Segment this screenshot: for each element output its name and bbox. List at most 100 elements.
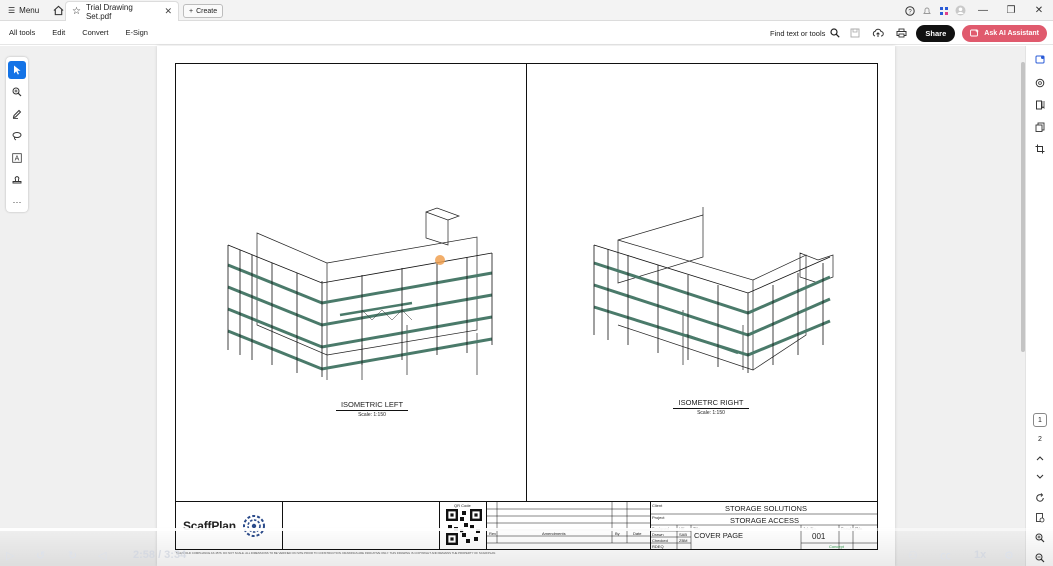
- left-view-title: ISOMETRIC LEFT: [340, 400, 404, 409]
- ai-assistant-label: Ask AI Assistant: [984, 29, 1039, 37]
- isometric-right-drawing: [593, 207, 834, 373]
- left-view-scale: Scale: 1:150: [336, 410, 408, 418]
- upload-cloud-icon[interactable]: [870, 25, 886, 41]
- forward-icon[interactable]: ↻: [68, 545, 77, 565]
- select-tool-button[interactable]: [8, 61, 26, 79]
- vertical-scrollbar[interactable]: [1021, 46, 1025, 566]
- notification-bell-icon[interactable]: [918, 0, 935, 21]
- amend-header-amendments: Amendments: [542, 531, 566, 536]
- video-progress-fill: [0, 528, 874, 531]
- menu-convert[interactable]: Convert: [73, 28, 116, 37]
- menu-edit[interactable]: Edit: [43, 28, 73, 37]
- menu-label: Menu: [19, 5, 40, 15]
- scrollbar-thumb[interactable]: [1021, 62, 1025, 352]
- text-box-icon: A: [12, 153, 22, 163]
- drawn-label: Drawn: [652, 532, 664, 537]
- chevron-down-icon[interactable]: [1033, 470, 1047, 484]
- logo-mark-icon: [242, 515, 265, 537]
- qr-code-icon: [446, 509, 482, 545]
- tab-title: Trial Drawing Set.pdf: [85, 2, 133, 21]
- right-panel-rail: 1 2: [1025, 46, 1053, 566]
- star-icon[interactable]: ☆: [72, 6, 81, 17]
- menu-button[interactable]: ☰ Menu: [0, 0, 47, 21]
- checked-label: Checked: [652, 538, 668, 543]
- save-icon[interactable]: [847, 25, 863, 41]
- volume-icon[interactable]: ◁: [98, 545, 106, 565]
- page-fit-icon[interactable]: [1033, 511, 1047, 525]
- page-thumbnail-1[interactable]: 1: [1033, 413, 1047, 427]
- pen-icon: [12, 109, 22, 119]
- client-label: Client: [652, 503, 663, 508]
- qr-code-box: QR Code: [439, 502, 487, 550]
- stamp-tool-button[interactable]: [8, 171, 26, 189]
- highlight-tool-button[interactable]: [8, 105, 26, 123]
- right-view-caption: ISOMETRC RIGHT Scale: 1:150: [673, 398, 749, 416]
- draw-tool-button[interactable]: [8, 127, 26, 145]
- share-button[interactable]: Share: [916, 24, 956, 42]
- drawing-footer-note: SCAFFOLD COMPLIANCE AS 4576. DO NOT SCAL…: [176, 551, 497, 555]
- profile-icon[interactable]: ⚇: [908, 545, 918, 565]
- document-tab[interactable]: ☆ Trial Drawing Set.pdf ✕: [65, 1, 179, 21]
- title-value: COVER PAGE: [694, 531, 744, 540]
- status-value: Concept: [829, 544, 844, 549]
- create-label: Create: [196, 7, 218, 15]
- close-window-icon[interactable]: ✕: [1025, 0, 1053, 21]
- play-icon[interactable]: ▷: [6, 545, 14, 565]
- amendments-table: Rev Amendments By Date: [487, 502, 651, 550]
- amend-header-by: By: [615, 531, 620, 536]
- more-tools-button[interactable]: ···: [8, 193, 26, 211]
- client-value: STORAGE SOLUTIONS: [725, 504, 807, 513]
- titlebar-right-controls: ? — ❐ ✕: [901, 0, 1053, 21]
- copy-pages-icon[interactable]: [1033, 120, 1047, 134]
- comment-icon[interactable]: [1033, 76, 1047, 90]
- chevron-up-icon[interactable]: [1033, 451, 1047, 465]
- zoom-in-icon[interactable]: [1033, 531, 1047, 545]
- app-toolbar: All tools Edit Convert E-Sign Find text …: [0, 21, 1053, 45]
- page-thumbnail-2[interactable]: 2: [1033, 432, 1047, 446]
- restore-icon[interactable]: ❐: [997, 0, 1025, 21]
- scaffold-decks-right: [593, 261, 831, 357]
- rotate-icon[interactable]: [1033, 491, 1047, 505]
- svg-text:A: A: [15, 156, 20, 163]
- apps-grid-icon[interactable]: [935, 0, 952, 21]
- tab-close-icon[interactable]: ✕: [164, 6, 172, 17]
- playback-speed[interactable]: 1x: [974, 545, 986, 565]
- drawn-value: SAB: [679, 532, 688, 537]
- menu-all-tools[interactable]: All tools: [0, 28, 43, 37]
- hamburger-icon: ☰: [8, 5, 16, 15]
- qr-label: QR Code: [454, 503, 471, 508]
- quick-tools-rail: A ···: [6, 57, 28, 212]
- zoom-icon: [12, 87, 22, 97]
- annotation-cursor-dot: [435, 255, 445, 265]
- minimize-icon[interactable]: —: [969, 0, 997, 21]
- amend-header-date: Date: [633, 531, 642, 536]
- rewind-icon[interactable]: ↺: [36, 545, 45, 565]
- ai-chat-panel-icon[interactable]: [1033, 53, 1047, 67]
- home-icon: [53, 5, 64, 15]
- find-label: Find text or tools: [769, 28, 826, 38]
- menu-e-sign[interactable]: E-Sign: [116, 28, 156, 37]
- avatar[interactable]: [952, 0, 969, 21]
- more-dots-icon: ···: [12, 197, 22, 207]
- job-no-value: 001: [812, 532, 826, 541]
- zoom-out-icon[interactable]: [1033, 551, 1047, 565]
- project-label: Project: [652, 515, 665, 520]
- create-button[interactable]: + Create: [183, 4, 224, 18]
- video-time: 2:58 / 3:34: [133, 549, 187, 561]
- captions-icon[interactable]: ㏄: [940, 545, 951, 565]
- right-view-scale: Scale: 1:150: [673, 408, 749, 416]
- ai-assistant-button[interactable]: Ask AI Assistant: [962, 24, 1047, 42]
- crop-icon[interactable]: [1033, 142, 1047, 156]
- company-logo: ScaffPlan: [175, 502, 283, 550]
- help-icon[interactable]: ?: [901, 0, 918, 21]
- isometric-left-drawing: [227, 207, 493, 380]
- search-icon: [830, 28, 841, 38]
- video-progress-bar[interactable]: [0, 528, 1053, 531]
- bookmark-icon[interactable]: [1033, 98, 1047, 112]
- text-tool-button[interactable]: A: [8, 149, 26, 167]
- print-icon[interactable]: [893, 25, 909, 41]
- find-tools-button[interactable]: Find text or tools: [769, 28, 841, 38]
- sheet-divider: [526, 63, 527, 501]
- settings-gear-icon[interactable]: ⚙: [1004, 545, 1014, 565]
- zoom-tool-button[interactable]: [8, 83, 26, 101]
